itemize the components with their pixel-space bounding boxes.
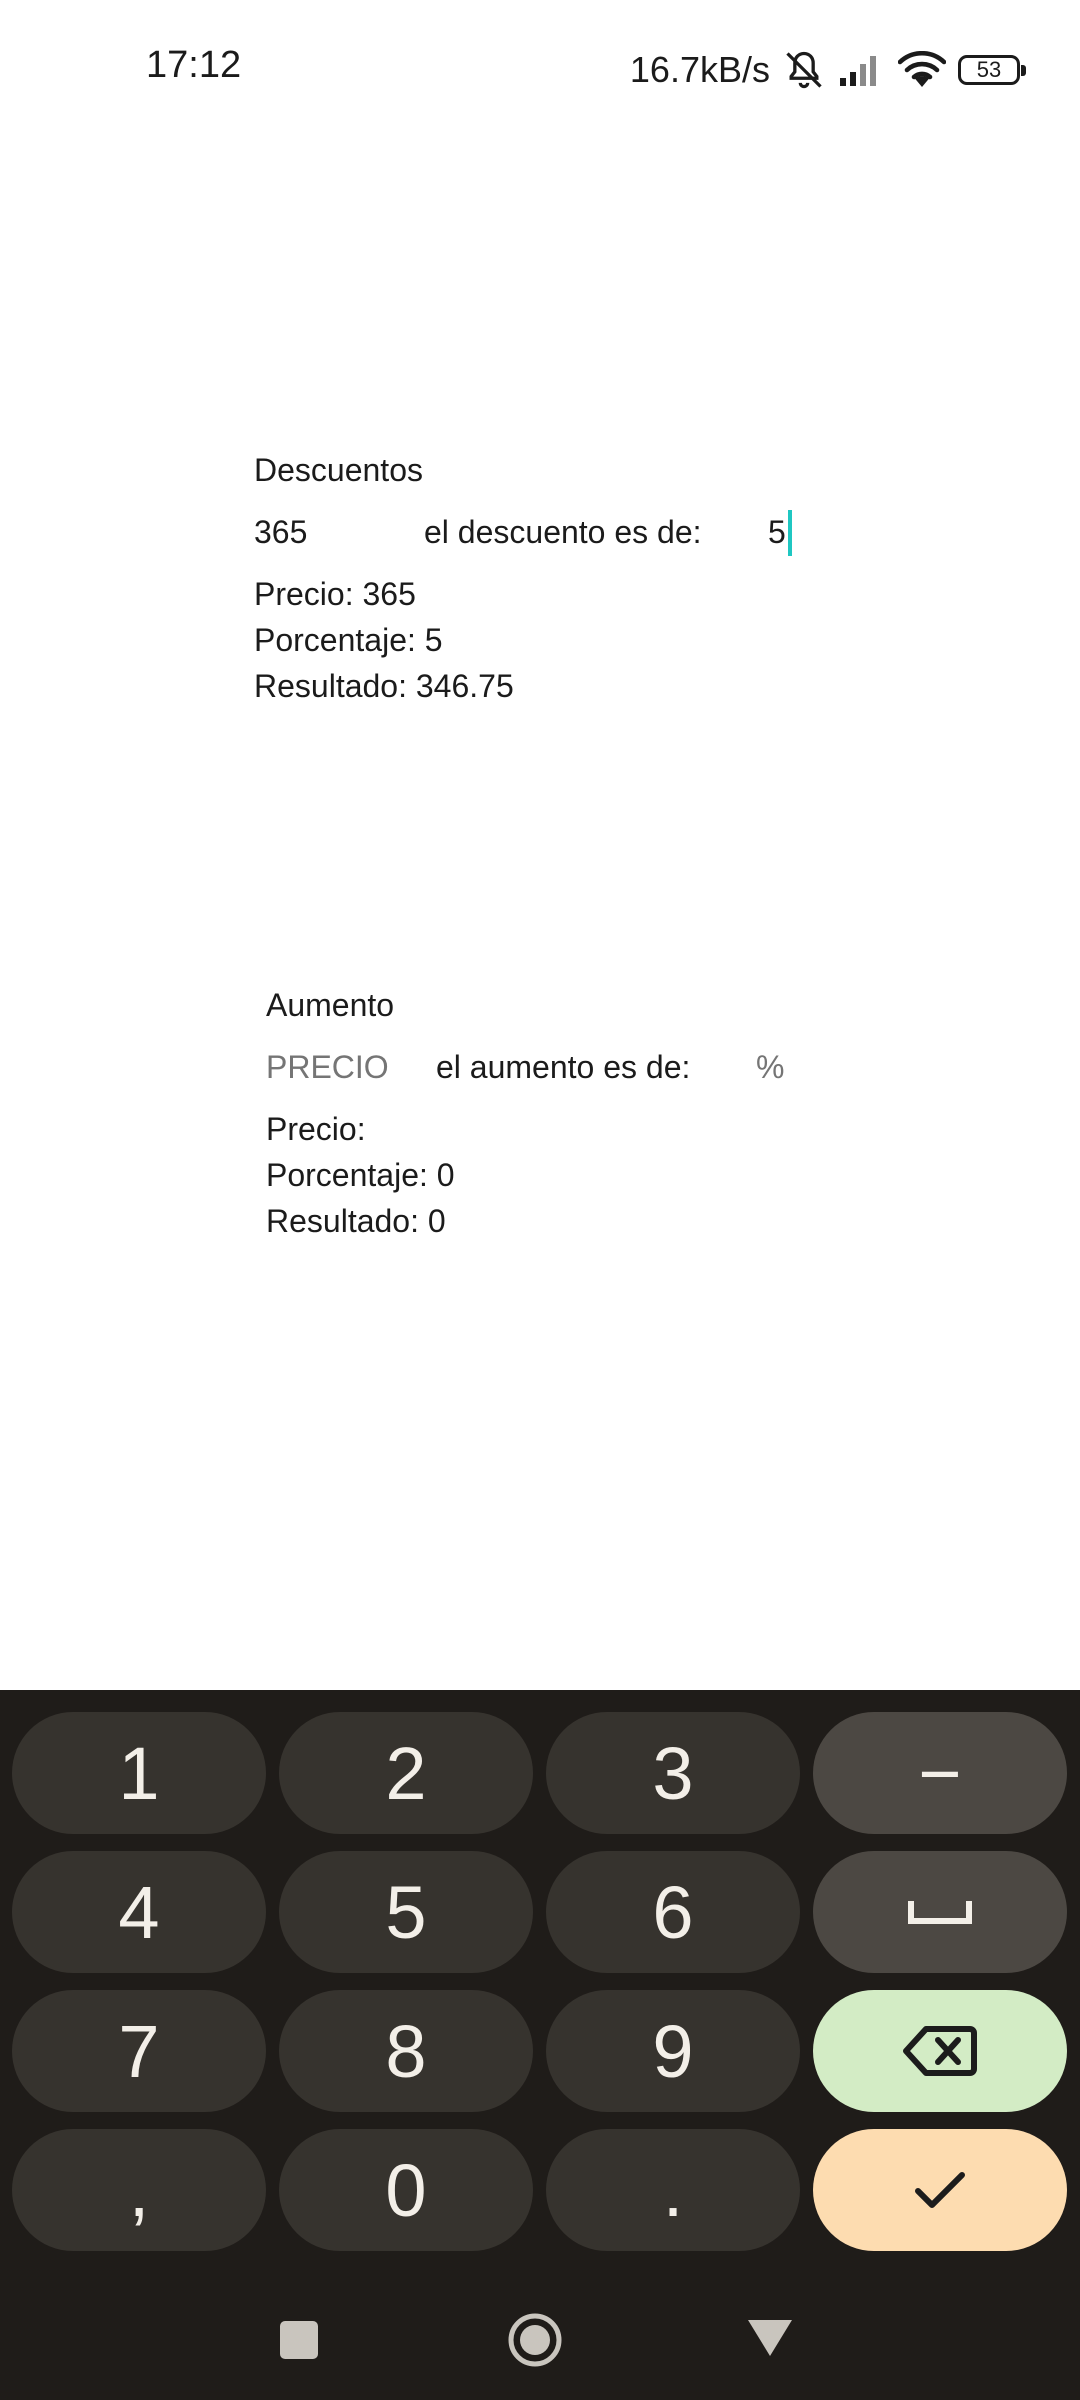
aumento-price-input[interactable]: [266, 1045, 416, 1089]
key-8[interactable]: 8: [279, 1990, 533, 2112]
checkmark-icon: [915, 2172, 965, 2208]
key-comma[interactable]: ,: [12, 2129, 266, 2251]
key-2[interactable]: 2: [279, 1712, 533, 1834]
navigation-bar: [0, 2280, 1080, 2400]
descuento-precio-result: Precio: 365: [254, 576, 416, 612]
key-7[interactable]: 7: [12, 1990, 266, 2112]
backspace-icon: [903, 2026, 977, 2076]
key-3[interactable]: 3: [546, 1712, 800, 1834]
key-backspace[interactable]: [813, 1990, 1067, 2112]
descuentos-title: Descuentos: [254, 452, 423, 488]
aumento-precio-result: Precio:: [266, 1111, 366, 1147]
mute-bell-icon: [782, 48, 826, 92]
key-4[interactable]: 4: [12, 1851, 266, 1973]
back-triangle-icon[interactable]: [748, 2320, 792, 2356]
recents-square-icon[interactable]: [280, 2321, 318, 2359]
aumento-porcentaje-result: Porcentaje: 0: [266, 1157, 455, 1193]
key-space[interactable]: [813, 1851, 1067, 1973]
aumento-resultado-result: Resultado: 0: [266, 1203, 446, 1239]
numeric-keyboard: 1 2 3 − 4 5 6 7 8 9 , 0 .: [0, 1690, 1080, 2400]
battery-level: 53: [976, 57, 1002, 82]
status-bar: 17:12 16.7kB/s 53: [0, 0, 1080, 140]
aumento-title: Aumento: [266, 987, 395, 1023]
key-enter[interactable]: [813, 2129, 1067, 2251]
wifi-icon: [898, 51, 946, 89]
key-1[interactable]: 1: [12, 1712, 266, 1834]
aumento-percent-input[interactable]: [756, 1045, 816, 1089]
aumento-label: el aumento es de:: [436, 1049, 691, 1085]
descuento-resultado-result: Resultado: 346.75: [254, 668, 514, 704]
descuento-porcentaje-result: Porcentaje: 5: [254, 622, 443, 658]
battery-icon: 53: [958, 55, 1026, 85]
network-speed: 16.7kB/s: [629, 49, 770, 90]
status-time: 17:12: [146, 44, 242, 86]
space-icon: [908, 1901, 972, 1924]
key-0[interactable]: 0: [279, 2129, 533, 2251]
descuento-price-input[interactable]: [254, 510, 404, 554]
key-minus[interactable]: −: [813, 1712, 1067, 1834]
key-9[interactable]: 9: [546, 1990, 800, 2112]
signal-icon: [838, 52, 886, 88]
descuento-percent-input[interactable]: [768, 510, 788, 554]
key-5[interactable]: 5: [279, 1851, 533, 1973]
status-icons: 16.7kB/s 53: [629, 40, 1026, 100]
key-6[interactable]: 6: [546, 1851, 800, 1973]
text-cursor: [788, 510, 792, 556]
key-period[interactable]: .: [546, 2129, 800, 2251]
descuento-label: el descuento es de:: [424, 514, 702, 550]
